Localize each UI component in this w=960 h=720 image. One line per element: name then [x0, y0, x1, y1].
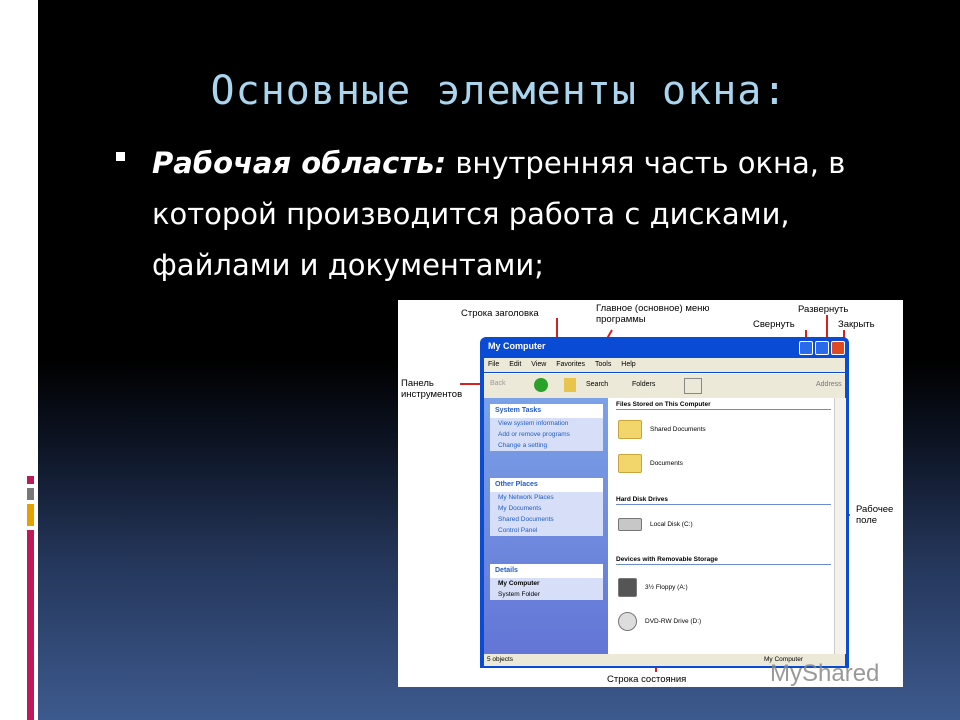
- link-my-documents[interactable]: My Documents: [490, 503, 603, 514]
- menu-favorites[interactable]: Favorites: [556, 361, 585, 368]
- slide-background: Основные элементы окна: Рабочая область:…: [0, 0, 960, 720]
- link-change-setting[interactable]: Change a setting: [490, 440, 603, 451]
- details-sub: System Folder: [498, 591, 540, 598]
- window-title: My Computer: [488, 341, 546, 351]
- menu-view[interactable]: View: [531, 361, 546, 368]
- annotation-close: Закрыть: [838, 319, 875, 330]
- item-shared-documents[interactable]: Shared Documents: [618, 420, 706, 439]
- annotation-work-area: Рабочее поле: [856, 504, 894, 526]
- panel-system-tasks-title[interactable]: System Tasks: [490, 404, 603, 418]
- folder-icon: [618, 454, 642, 473]
- bullet-text: Рабочая область: внутренняя часть окна, …: [152, 138, 912, 291]
- annotation-title-bar: Строка заголовка: [461, 308, 539, 319]
- accent-bar-3: [27, 504, 34, 526]
- link-shared-documents[interactable]: Shared Documents: [490, 514, 603, 525]
- menu-help[interactable]: Help: [621, 361, 635, 368]
- floppy-icon: [618, 578, 637, 597]
- item-local-disk-label: Local Disk (C:): [650, 521, 693, 529]
- item-floppy-label: 3½ Floppy (A:): [645, 584, 688, 592]
- accent-bar-2: [27, 488, 34, 500]
- group-hard-disk-drives: Hard Disk Drives: [616, 496, 831, 505]
- link-add-remove-programs[interactable]: Add or remove programs: [490, 429, 603, 440]
- annotation-status-bar: Строка состояния: [607, 674, 687, 685]
- annotation-maximize: Развернуть: [798, 304, 849, 315]
- group-files-stored: Files Stored on This Computer: [616, 401, 831, 410]
- panel-other-places: Other Places My Network Places My Docume…: [490, 478, 603, 536]
- annotation-minimize: Свернуть: [753, 319, 795, 330]
- item-dvd[interactable]: DVD-RW Drive (D:): [618, 612, 701, 631]
- link-view-system-info[interactable]: View system information: [490, 418, 603, 429]
- slide-title: Основные элементы окна:: [210, 68, 788, 114]
- close-button[interactable]: [831, 341, 845, 355]
- group-removable-storage: Devices with Removable Storage: [616, 556, 831, 565]
- panel-details-title[interactable]: Details: [490, 564, 603, 578]
- folders-button[interactable]: Folders: [632, 381, 655, 388]
- search-button[interactable]: Search: [586, 381, 608, 388]
- explorer-figure: Строка заголовка Главное (основное) меню…: [398, 300, 903, 687]
- panel-system-tasks: System Tasks View system information Add…: [490, 404, 603, 451]
- watermark: MyShared: [770, 660, 880, 687]
- xp-window: My Computer File Edit View Favorites Too…: [480, 337, 849, 668]
- status-objects: 5 objects: [487, 656, 514, 663]
- accent-bar-1: [27, 476, 34, 484]
- bullet-term: Рабочая область:: [152, 146, 447, 180]
- work-area: Files Stored on This Computer Shared Doc…: [612, 398, 834, 654]
- hard-disk-icon: [618, 518, 642, 531]
- item-floppy[interactable]: 3½ Floppy (A:): [618, 578, 688, 597]
- dvd-icon: [618, 612, 637, 631]
- forward-icon[interactable]: [534, 378, 548, 392]
- minimize-button[interactable]: [799, 341, 813, 355]
- link-network-places[interactable]: My Network Places: [490, 492, 603, 503]
- link-control-panel[interactable]: Control Panel: [490, 525, 603, 536]
- accent-bar-4: [27, 530, 34, 720]
- folder-icon: [618, 420, 642, 439]
- annotation-main-menu: Главное (основное) меню программы: [596, 303, 710, 325]
- up-folder-icon[interactable]: [564, 378, 576, 392]
- menu-tools[interactable]: Tools: [595, 361, 611, 368]
- toolbar: Back Search Folders Address: [484, 373, 845, 398]
- bullet-square-icon: [116, 152, 125, 161]
- menu-edit[interactable]: Edit: [509, 361, 521, 368]
- client-area: System Tasks View system information Add…: [484, 398, 846, 654]
- details-name: My Computer: [498, 580, 540, 587]
- panel-details: Details My Computer System Folder: [490, 564, 603, 600]
- back-button[interactable]: Back: [490, 380, 506, 387]
- item-documents-label: Documents: [650, 460, 683, 468]
- address-label: Address: [816, 381, 842, 388]
- menu-file[interactable]: File: [488, 361, 499, 368]
- task-pane: System Tasks View system information Add…: [484, 398, 608, 654]
- panel-other-places-title[interactable]: Other Places: [490, 478, 603, 492]
- item-local-disk[interactable]: Local Disk (C:): [618, 518, 693, 531]
- annotation-toolbar: Панель инструментов: [401, 378, 463, 400]
- item-dvd-label: DVD-RW Drive (D:): [645, 618, 702, 626]
- menu-bar: File Edit View Favorites Tools Help: [484, 358, 845, 372]
- vertical-scrollbar[interactable]: [834, 398, 846, 654]
- maximize-button[interactable]: [815, 341, 829, 355]
- item-shared-documents-label: Shared Documents: [650, 426, 706, 434]
- views-icon[interactable]: [684, 378, 702, 394]
- item-documents[interactable]: Documents: [618, 454, 683, 473]
